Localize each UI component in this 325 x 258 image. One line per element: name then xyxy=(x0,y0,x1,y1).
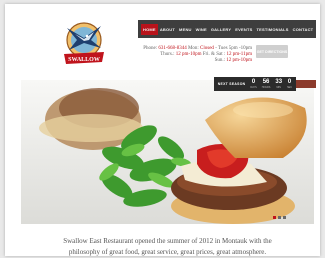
page-frame: SWALLOW HOME ABOUT MENU WINE GALLERY EVENTS TE… xyxy=(5,4,320,256)
slider-dot[interactable] xyxy=(273,216,276,219)
nav-item-gallery[interactable]: GALLERY xyxy=(209,24,233,35)
countdown-caption: SEC xyxy=(287,85,292,89)
thurs-value: 12 pm-10pm xyxy=(175,52,202,58)
countdown-label: NEXT SEASON xyxy=(217,82,246,86)
thurs-label: Thurs.: xyxy=(160,52,175,58)
fri-sat-value: 12 pm-11pm xyxy=(226,52,252,58)
countdown-days: 0 DAYS xyxy=(250,79,256,89)
nav-item-contact[interactable]: CONTACT xyxy=(291,24,316,35)
nav-item-wine[interactable]: WINE xyxy=(194,24,209,35)
fri-sat-label: Fri. & Sat : xyxy=(202,52,226,58)
countdown-caption: DAYS xyxy=(250,85,257,89)
get-directions-button[interactable]: GET DIRECTIONS xyxy=(256,45,288,58)
slider-dot[interactable] xyxy=(283,216,286,219)
hero-burger-image xyxy=(21,80,314,224)
swallow-logo[interactable]: SWALLOW xyxy=(61,18,107,72)
info-block: Phone: 631-668-8344 Mon: Closed - Tues 5… xyxy=(126,46,252,65)
nav-item-events[interactable]: EVENTS xyxy=(233,24,254,35)
main-nav: HOME ABOUT MENU WINE GALLERY EVENTS TESTIMONIA… xyxy=(138,20,316,38)
intro-text: Swallow East Restaurant opened the summe… xyxy=(35,236,300,256)
countdown-tab xyxy=(296,80,316,88)
logo-text: SWALLOW xyxy=(68,57,100,63)
countdown-minutes: 33 MIN xyxy=(275,79,282,89)
countdown-caption: MIN xyxy=(276,85,281,89)
nav-item-home[interactable]: HOME xyxy=(141,23,158,35)
countdown-caption: HOURS xyxy=(261,85,271,89)
tue-hours: - Tues 5pm -10pm xyxy=(215,46,252,51)
countdown-seconds: 0 SEC xyxy=(287,79,292,89)
nav-item-testimonials[interactable]: TESTIMONIALS xyxy=(254,24,290,35)
season-countdown: NEXT SEASON 0 DAYS 56 HOURS 33 MIN 0 SEC xyxy=(213,77,296,91)
nav-item-menu[interactable]: MENU xyxy=(177,24,194,35)
sun-line: Sun.: 12 pm-10pm xyxy=(126,58,252,64)
mon-label: Mon: xyxy=(187,46,199,51)
sun-value: 12 pm-10pm xyxy=(226,58,252,64)
intro-line-1: Swallow East Restaurant opened the summe… xyxy=(63,237,272,245)
phone-label: Phone: xyxy=(143,46,158,51)
slider-pagination xyxy=(273,216,286,219)
intro-line-2: philosophy of great food, great service,… xyxy=(68,248,267,256)
nav-item-about[interactable]: ABOUT xyxy=(158,24,177,35)
countdown-hours: 56 HOURS xyxy=(262,79,271,89)
slider-dot[interactable] xyxy=(278,216,281,219)
hero-slider[interactable] xyxy=(21,80,314,224)
mon-value: Closed xyxy=(200,46,214,51)
sun-label: Sun.: xyxy=(214,58,226,64)
phone-number[interactable]: 631-668-8344 xyxy=(158,46,186,51)
